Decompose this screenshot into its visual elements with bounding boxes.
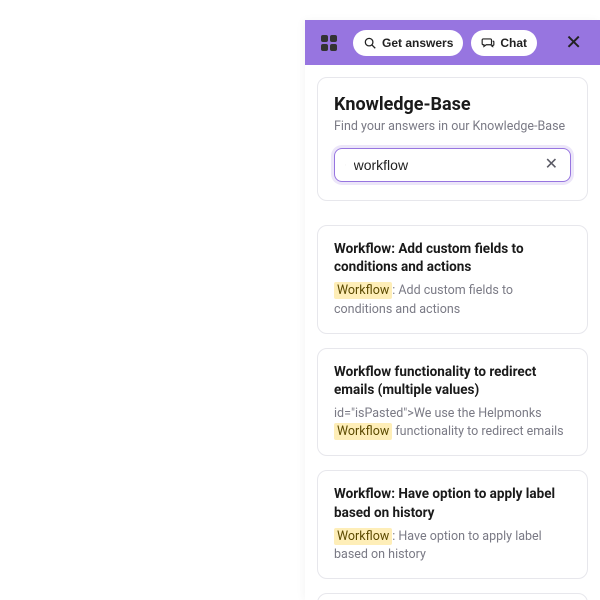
get-answers-label: Get answers [382, 36, 453, 50]
apps-icon[interactable] [321, 35, 337, 51]
panel-body: Knowledge-Base Find your answers in our … [305, 65, 600, 600]
get-answers-button[interactable]: Get answers [353, 30, 463, 56]
search-result[interactable]: Workflow: Add custom fields to condition… [317, 225, 588, 334]
search-result[interactable]: Workflow: User's email assignment Workfl… [317, 593, 588, 600]
chat-button[interactable]: Chat [471, 30, 537, 56]
help-panel: Get answers Chat ✕ Knowledge-Base Find y… [305, 20, 600, 600]
result-title: Workflow: Have option to apply label bas… [334, 485, 571, 521]
search-result[interactable]: Workflow: Have option to apply label bas… [317, 470, 588, 579]
panel-header: Get answers Chat ✕ [305, 20, 600, 65]
clear-search-button[interactable]: ✕ [543, 157, 560, 173]
result-title: Workflow functionality to redirect email… [334, 363, 571, 399]
search-result[interactable]: Workflow functionality to redirect email… [317, 348, 588, 457]
knowledge-base-card: Knowledge-Base Find your answers in our … [317, 77, 588, 201]
result-snippet: Workflow: Have option to apply label bas… [334, 528, 571, 564]
highlight: Workflow [334, 423, 392, 440]
search-field-wrap[interactable]: ✕ [334, 148, 571, 182]
search-input[interactable] [354, 157, 535, 173]
search-icon [363, 36, 377, 50]
kb-subtitle: Find your answers in our Knowledge-Base [334, 119, 571, 134]
x-icon: ✕ [545, 156, 558, 173]
result-title: Workflow: Add custom fields to condition… [334, 240, 571, 276]
close-icon: ✕ [565, 32, 582, 54]
highlight: Workflow [334, 528, 392, 545]
kb-title: Knowledge-Base [334, 94, 571, 115]
chat-icon [481, 36, 495, 50]
result-snippet: Workflow: Add custom fields to condition… [334, 282, 571, 318]
close-button[interactable]: ✕ [557, 29, 590, 57]
chat-label: Chat [500, 36, 527, 50]
search-icon [345, 155, 346, 175]
highlight: Workflow [334, 282, 392, 299]
result-snippet: id="isPasted">We use the Helpmonks Workf… [334, 405, 571, 441]
